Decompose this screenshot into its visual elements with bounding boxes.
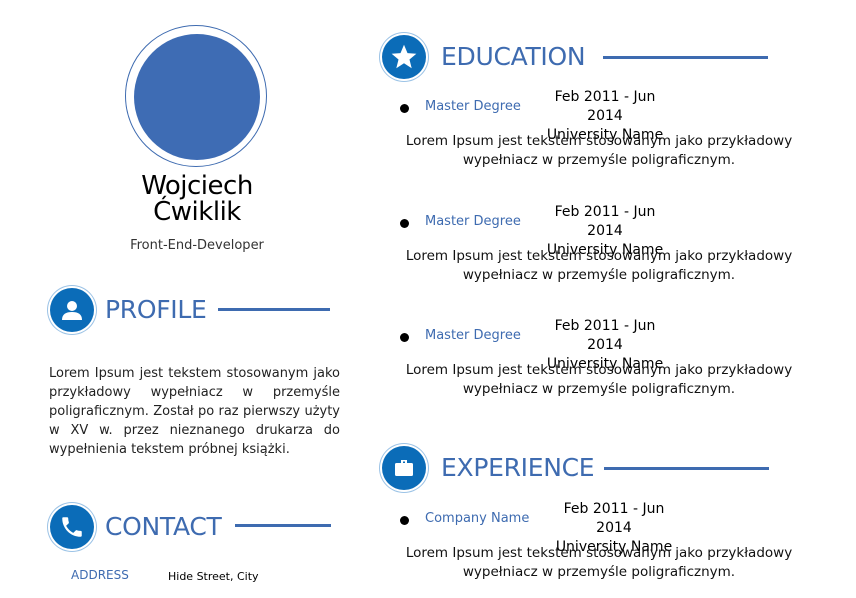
person-name: Wojciech Ćwiklik <box>100 173 294 225</box>
item-title: Master Degree <box>425 99 521 114</box>
desc-line: wypełniacz w przemyśle poligraficznym. <box>462 381 736 397</box>
star-icon <box>382 35 426 79</box>
avatar <box>134 34 260 160</box>
divider <box>235 524 331 527</box>
desc-line: Lorem Ipsum jest tekstem stosowanym jako… <box>405 545 793 561</box>
item-description: Lorem Ipsum jest tekstem stosowanym jako… <box>379 544 819 582</box>
education-heading: EDUCATION <box>441 42 586 71</box>
phone-icon <box>50 505 94 549</box>
item-description: Lorem Ipsum jest tekstem stosowanym jako… <box>379 132 819 170</box>
address-value: Hide Street, City <box>168 570 259 583</box>
user-icon <box>50 288 94 332</box>
desc-line: wypełniacz w przemyśle poligraficznym. <box>462 152 736 168</box>
item-dates: Feb 2011 - Jun 2014 <box>563 501 665 536</box>
profile-heading: PROFILE <box>105 295 207 324</box>
item-dates: Feb 2011 - Jun 2014 <box>554 89 656 124</box>
briefcase-icon <box>382 446 426 490</box>
desc-line: wypełniacz w przemyśle poligraficznym. <box>462 564 736 580</box>
address-label: ADDRESS <box>71 568 129 582</box>
bullet <box>400 333 409 342</box>
desc-line: Lorem Ipsum jest tekstem stosowanym jako… <box>405 248 793 264</box>
item-dates: Feb 2011 - Jun 2014 <box>554 318 656 353</box>
last-name: Ćwiklik <box>153 197 241 227</box>
bullet <box>400 219 409 228</box>
desc-line: wypełniacz w przemyśle poligraficznym. <box>462 267 736 283</box>
bullet <box>400 104 409 113</box>
profile-text: Lorem Ipsum jest tekstem stosowanym jako… <box>49 366 340 457</box>
divider <box>218 308 330 311</box>
divider <box>604 467 769 470</box>
item-description: Lorem Ipsum jest tekstem stosowanym jako… <box>379 247 819 285</box>
desc-line: Lorem Ipsum jest tekstem stosowanym jako… <box>405 362 793 378</box>
job-title: Front-End-Developer <box>130 238 264 253</box>
item-title: Master Degree <box>425 328 521 343</box>
item-dates: Feb 2011 - Jun 2014 <box>554 204 656 239</box>
experience-heading: EXPERIENCE <box>441 453 595 482</box>
item-title: Company Name <box>425 511 530 526</box>
first-name: Wojciech <box>141 171 253 201</box>
divider <box>603 56 768 59</box>
bullet <box>400 516 409 525</box>
item-description: Lorem Ipsum jest tekstem stosowanym jako… <box>379 361 819 399</box>
contact-heading: CONTACT <box>105 512 222 541</box>
item-title: Master Degree <box>425 214 521 229</box>
desc-line: Lorem Ipsum jest tekstem stosowanym jako… <box>405 133 793 149</box>
